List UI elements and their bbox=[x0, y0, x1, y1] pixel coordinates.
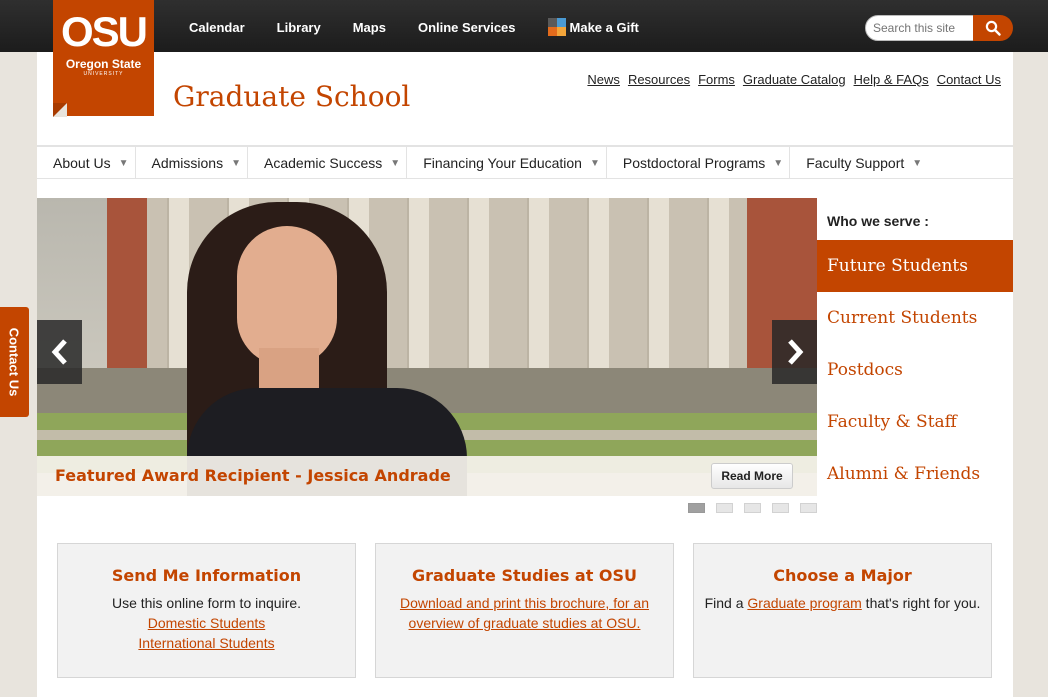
read-more-button[interactable]: Read More bbox=[711, 463, 793, 489]
caret-down-icon: ▼ bbox=[231, 157, 241, 169]
utility-nav: News Resources Forms Graduate Catalog He… bbox=[587, 72, 1001, 87]
send-info-box: Send Me Information Use this online form… bbox=[57, 543, 356, 678]
nav-academic-success[interactable]: Academic Success ▼ bbox=[248, 147, 408, 179]
logo-osu-text: OSU bbox=[60, 8, 148, 55]
nav-label: Faculty Support bbox=[806, 155, 905, 171]
utility-news-link[interactable]: News bbox=[587, 72, 620, 87]
calendar-link[interactable]: Calendar bbox=[189, 18, 245, 36]
site-title[interactable]: Graduate School bbox=[173, 80, 410, 113]
caret-down-icon: ▼ bbox=[118, 157, 129, 169]
slider-dot[interactable] bbox=[688, 503, 705, 513]
utility-help-link[interactable]: Help & FAQs bbox=[854, 72, 929, 87]
make-gift-label: Make a Gift bbox=[569, 19, 639, 35]
logo-fold bbox=[53, 103, 67, 117]
caret-down-icon: ▼ bbox=[773, 157, 784, 169]
domestic-students-link[interactable]: Domestic Students bbox=[58, 613, 355, 633]
nav-financing[interactable]: Financing Your Education ▼ bbox=[407, 147, 607, 179]
graduate-program-link[interactable]: Graduate program bbox=[747, 595, 861, 611]
online-services-link[interactable]: Online Services bbox=[418, 18, 516, 36]
top-links: Calendar Library Maps Online Services Ma… bbox=[189, 18, 671, 36]
graduate-studies-box: Graduate Studies at OSU Download and pri… bbox=[375, 543, 674, 678]
maps-link[interactable]: Maps bbox=[353, 18, 386, 36]
search-button[interactable] bbox=[973, 15, 1013, 41]
search-icon bbox=[985, 20, 1001, 36]
utility-catalog-link[interactable]: Graduate Catalog bbox=[743, 72, 846, 87]
logo-university-text: UNIVERSITY bbox=[83, 71, 124, 77]
caret-down-icon: ▼ bbox=[589, 157, 600, 169]
choose-major-title: Choose a Major bbox=[773, 566, 912, 585]
serve-alumni-friends[interactable]: Alumni & Friends bbox=[817, 448, 1013, 500]
nav-label: Postdoctoral Programs bbox=[622, 155, 766, 171]
who-we-serve-panel: Who we serve : Future Students Current S… bbox=[817, 198, 1013, 496]
utility-contact-link[interactable]: Contact Us bbox=[937, 72, 1001, 87]
brochure-link[interactable]: Download and print this brochure, for an… bbox=[400, 595, 649, 631]
top-bar: Calendar Library Maps Online Services Ma… bbox=[0, 0, 1048, 52]
search-box bbox=[865, 15, 1013, 41]
main-nav: About Us ▼ Admissions ▼ Academic Success… bbox=[37, 145, 1013, 179]
slider-dot[interactable] bbox=[772, 503, 789, 513]
nav-about-us[interactable]: About Us ▼ bbox=[37, 147, 136, 179]
choose-major-box: Choose a Major Find a Graduate program t… bbox=[693, 543, 992, 678]
contact-us-tab[interactable]: Contact Us bbox=[0, 307, 29, 417]
osu-logo[interactable]: OSU Oregon State UNIVERSITY bbox=[53, 0, 154, 117]
utility-resources-link[interactable]: Resources bbox=[628, 72, 690, 87]
choose-major-text-after: that's right for you. bbox=[861, 595, 981, 611]
make-gift-link[interactable]: Make a Gift bbox=[547, 18, 639, 36]
search-input[interactable] bbox=[865, 15, 975, 41]
send-info-title: Send Me Information bbox=[111, 566, 302, 585]
chevron-left-icon bbox=[51, 339, 67, 365]
nav-label: Admissions bbox=[151, 155, 224, 171]
caret-down-icon: ▼ bbox=[390, 157, 401, 169]
graduate-studies-title: Graduate Studies at OSU bbox=[411, 566, 638, 585]
nav-label: Financing Your Education bbox=[423, 155, 582, 171]
nav-admissions[interactable]: Admissions ▼ bbox=[136, 147, 248, 179]
slider-pagination bbox=[688, 503, 817, 513]
nav-postdoctoral[interactable]: Postdoctoral Programs ▼ bbox=[607, 147, 791, 179]
nav-label: About Us bbox=[53, 155, 111, 171]
chevron-right-icon bbox=[787, 339, 803, 365]
serve-current-students[interactable]: Current Students bbox=[817, 292, 1013, 344]
logo-oregon-state-text: Oregon State bbox=[65, 57, 142, 71]
utility-forms-link[interactable]: Forms bbox=[698, 72, 735, 87]
slider-dot[interactable] bbox=[744, 503, 761, 513]
slider-prev-button[interactable] bbox=[37, 320, 82, 384]
nav-faculty-support[interactable]: Faculty Support ▼ bbox=[790, 147, 928, 179]
who-we-serve-heading: Who we serve : bbox=[827, 213, 929, 229]
slide-person-face bbox=[237, 226, 337, 366]
slider-dot[interactable] bbox=[716, 503, 733, 513]
slider-next-button[interactable] bbox=[772, 320, 817, 384]
international-students-link[interactable]: International Students bbox=[58, 633, 355, 653]
nav-label: Academic Success bbox=[264, 155, 383, 171]
serve-faculty-staff[interactable]: Faculty & Staff bbox=[817, 396, 1013, 448]
choose-major-text-before: Find a bbox=[704, 595, 748, 611]
featured-slider: Featured Award Recipient - Jessica Andra… bbox=[37, 198, 817, 496]
serve-future-students[interactable]: Future Students bbox=[817, 240, 1013, 292]
slide-caption: Featured Award Recipient - Jessica Andra… bbox=[37, 456, 817, 496]
send-info-text: Use this online form to inquire. bbox=[111, 595, 302, 611]
library-link[interactable]: Library bbox=[277, 18, 321, 36]
gift-icon bbox=[547, 18, 566, 36]
contact-us-tab-label: Contact Us bbox=[6, 327, 22, 397]
slide-caption-title[interactable]: Featured Award Recipient - Jessica Andra… bbox=[55, 466, 451, 485]
caret-down-icon: ▼ bbox=[912, 157, 923, 169]
slider-dot[interactable] bbox=[800, 503, 817, 513]
serve-postdocs[interactable]: Postdocs bbox=[817, 344, 1013, 396]
